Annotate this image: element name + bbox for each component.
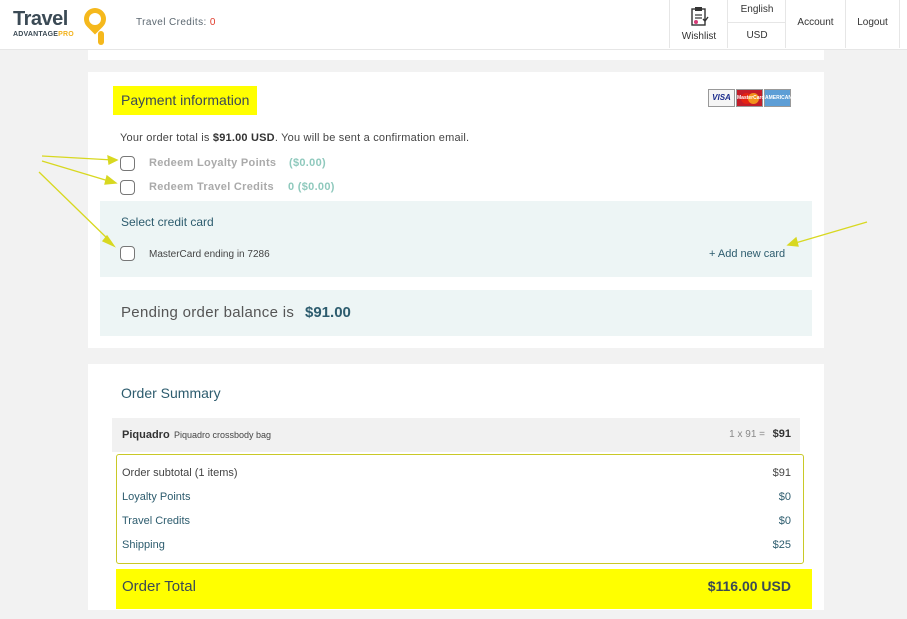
item-quantity: 1 x 91 = [729,429,765,440]
subtotal-value: $91 [772,467,791,479]
map-pin-icon [79,3,111,35]
top-card-edge [88,50,824,60]
page-bottom [0,612,907,619]
redeem-loyalty-label: Redeem Loyalty Points [149,157,277,169]
item-price: $91 [772,428,791,440]
order-total-value: $116.00 USD [707,578,791,594]
redeem-loyalty-amount: ($0.00) [289,157,326,169]
travel-advantage-logo[interactable]: Travel ADVANTAGEPRO [13,3,111,45]
locale-selector: English USD [727,0,786,48]
order-total-amount: $91.00 USD [212,132,275,144]
account-button[interactable]: Account [785,0,845,48]
wishlist-label: Wishlist [681,31,717,42]
travel-credits-value: 0 [209,17,216,28]
redeem-credits-label: Redeem Travel Credits [149,181,274,193]
top-navbar: Travel ADVANTAGEPRO Travel Credits: 0 Wi… [0,0,907,50]
redeem-credits-checkbox[interactable] [120,180,135,195]
order-total-message: Your order total is $91.00 USD. You will… [120,132,470,144]
redeem-loyalty-checkbox[interactable] [120,156,135,171]
logo-subtitle: ADVANTAGEPRO [13,31,74,38]
add-new-card-link[interactable]: + Add new card [709,248,785,260]
subtotal-label: Order subtotal (1 items) [122,467,238,479]
loyalty-points-value: $0 [778,491,791,503]
logout-button[interactable]: Logout [845,0,900,48]
travel-credits-label: Travel Credits [122,515,191,527]
amex-icon: AMERICAN EXPRESS [764,89,792,117]
logout-label: Logout [857,17,888,28]
shipping-value: $25 [772,539,791,551]
order-total-label: Order Total [122,578,196,595]
pending-balance-label: Pending order balance is [121,304,295,321]
account-label: Account [797,17,834,28]
redeem-credits-amount: 0 ($0.00) [288,181,335,193]
select-card-title: Select credit card [121,215,214,229]
payment-info-title: Payment information [113,86,258,115]
wishlist-button[interactable]: Wishlist [669,0,727,48]
pending-balance-amount: $91.00 [305,304,351,321]
travel-credits-value: $0 [778,515,791,527]
travel-credits-label: Travel Credits: [136,17,207,28]
currency-selector[interactable]: USD [728,30,786,41]
visa-icon: VISA [708,89,735,107]
pin-tail-icon [98,31,104,45]
order-summary-title: Order Summary [121,385,221,401]
wishlist-clipboard-icon [691,7,709,26]
item-name: Piquadro crossbody bag [174,430,272,440]
saved-card-label: MasterCard ending in 7286 [149,249,270,260]
language-selector[interactable]: English [728,4,786,15]
saved-card-checkbox[interactable] [120,246,135,261]
accepted-cards: VISA MasterCardAMERICAN EXPRESS [708,89,792,117]
item-brand: Piquadro [122,429,170,441]
divider [728,22,786,23]
shipping-label: Shipping [122,539,165,551]
travel-credits-display: Travel Credits: 0 [136,17,216,28]
logo-title: Travel [13,8,68,30]
mastercard-icon: MasterCard [736,89,765,107]
loyalty-points-label: Loyalty Points [122,491,191,503]
select-card-panel [100,201,812,277]
